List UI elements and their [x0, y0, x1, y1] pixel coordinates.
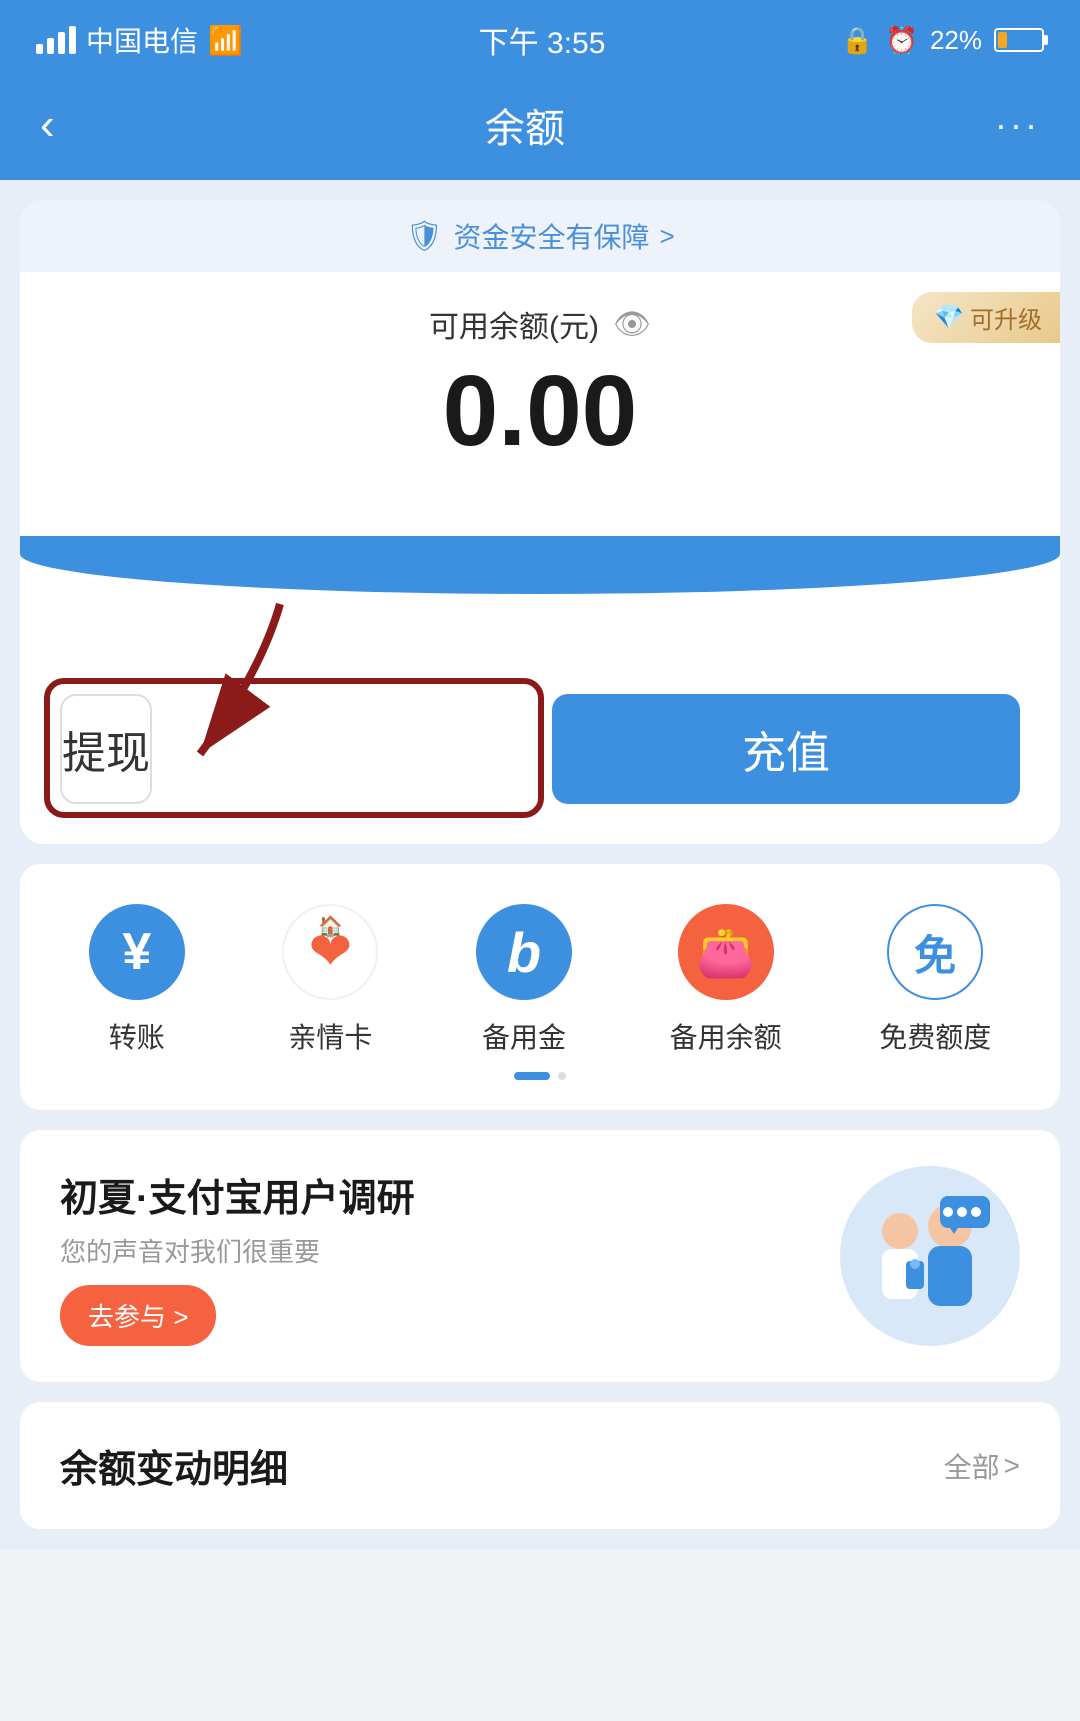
family-card-label: 亲情卡 [288, 1016, 372, 1056]
reserve-balance-icon-bg: 👛 [678, 904, 774, 1000]
survey-banner[interactable]: 初夏·支付宝用户调研 您的声音对我们很重要 去参与 > [20, 1130, 1060, 1382]
reserve-balance-label: 备用余额 [670, 1016, 782, 1056]
main-content: 🛡 资金安全有保障 > 💎 可升级 可用余额(元) 👁 0.00 [0, 180, 1080, 1549]
transfer-label: 转账 [109, 1016, 165, 1056]
battery-percent: 22% [930, 25, 982, 56]
signal-icon [36, 26, 76, 54]
quick-action-family-card[interactable]: ❤ 🏠 亲情卡 [282, 904, 378, 1056]
reserve-icon: b [507, 920, 541, 985]
carrier-text: 中国电信 [86, 20, 198, 60]
action-buttons-row: 提现 充值 [60, 694, 1020, 804]
shield-icon: 🛡 [405, 219, 443, 254]
balance-section: 💎 可升级 可用余额(元) 👁 0.00 [20, 272, 1060, 536]
status-bar: 中国电信 📶 下午 3:55 🔒 ⏰ 22% [0, 0, 1080, 80]
transaction-title: 余额变动明细 [60, 1438, 288, 1493]
survey-subtitle: 您的声音对我们很重要 [60, 1232, 820, 1269]
balance-label: 可用余额(元) [429, 302, 599, 346]
quick-action-transfer[interactable]: ¥ 转账 [89, 904, 185, 1056]
upgrade-label: 可升级 [970, 300, 1042, 335]
action-area: 提现 充值 [20, 594, 1060, 844]
survey-image [840, 1166, 1020, 1346]
eye-icon[interactable]: 👁 [613, 307, 651, 342]
scroll-dot-1 [558, 1072, 566, 1080]
scroll-indicator [40, 1072, 1040, 1080]
lock-icon: 🔒 [841, 25, 873, 56]
upgrade-badge[interactable]: 💎 可升级 [912, 292, 1060, 343]
balance-wave [20, 534, 1060, 594]
family-card-icon-bg: ❤ 🏠 [282, 904, 378, 1000]
balance-card: 🛡 资金安全有保障 > 💎 可升级 可用余额(元) 👁 0.00 [20, 200, 1060, 844]
all-arrow: > [1004, 1450, 1020, 1482]
survey-text-area: 初夏·支付宝用户调研 您的声音对我们很重要 去参与 > [60, 1167, 820, 1346]
status-time: 下午 3:55 [479, 18, 606, 62]
transfer-icon-bg: ¥ [89, 904, 185, 1000]
recharge-button[interactable]: 充值 [552, 694, 1020, 804]
balance-label-row: 可用余额(元) 👁 [60, 302, 1020, 346]
transaction-header: 余额变动明细 全部 > [60, 1438, 1020, 1493]
quick-action-reserve[interactable]: b 备用金 [476, 904, 572, 1056]
withdraw-wrapper: 提现 [60, 694, 528, 804]
status-right: 🔒 ⏰ 22% [841, 25, 1044, 56]
quick-actions-grid: ¥ 转账 ❤ 🏠 亲情卡 b 备用金 👛 [40, 904, 1040, 1056]
reserve-balance-icon: 👛 [696, 924, 756, 981]
survey-illustration [850, 1176, 1010, 1336]
transfer-icon: ¥ [122, 922, 151, 982]
quick-action-free-quota[interactable]: 免 免费额度 [879, 904, 991, 1056]
withdraw-button[interactable]: 提现 [60, 694, 152, 804]
free-quota-icon: 免 [914, 922, 956, 983]
free-quota-label: 免费额度 [879, 1016, 991, 1056]
survey-title: 初夏·支付宝用户调研 [60, 1167, 820, 1222]
reserve-icon-bg: b [476, 904, 572, 1000]
all-label: 全部 [944, 1446, 1000, 1486]
diamond-icon: 💎 [934, 303, 964, 332]
transaction-section: 余额变动明细 全部 > [20, 1402, 1060, 1529]
free-quota-icon-bg: 免 [887, 904, 983, 1000]
status-left: 中国电信 📶 [36, 20, 243, 60]
back-button[interactable]: ‹ [40, 100, 55, 150]
security-bar[interactable]: 🛡 资金安全有保障 > [20, 200, 1060, 272]
security-arrow: > [659, 221, 674, 252]
view-all-button[interactable]: 全部 > [944, 1446, 1020, 1486]
annotation-area: 提现 充值 [60, 604, 1020, 804]
balance-amount: 0.00 [60, 356, 1020, 466]
nav-bar: ‹ 余额 ··· [0, 80, 1080, 180]
wifi-icon: 📶 [208, 24, 243, 57]
quick-action-reserve-balance[interactable]: 👛 备用余额 [670, 904, 782, 1056]
security-text: 资金安全有保障 [453, 216, 649, 256]
more-button[interactable]: ··· [995, 104, 1040, 146]
alarm-icon: ⏰ [886, 25, 918, 56]
survey-participate-button[interactable]: 去参与 > [60, 1285, 216, 1346]
quick-actions-card: ¥ 转账 ❤ 🏠 亲情卡 b 备用金 👛 [20, 864, 1060, 1110]
battery-icon [994, 28, 1044, 52]
reserve-label: 备用金 [482, 1016, 566, 1056]
scroll-dot-active [514, 1072, 550, 1080]
page-title: 余额 [485, 96, 565, 154]
